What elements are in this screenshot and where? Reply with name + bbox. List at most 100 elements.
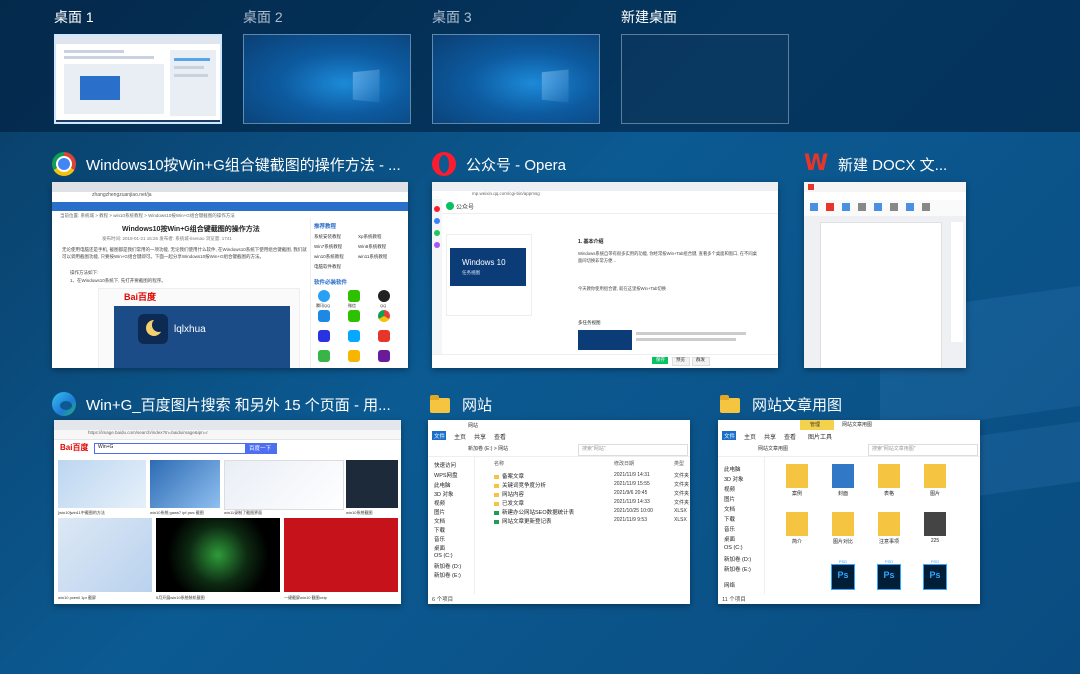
- address-bar[interactable]: 网站文章用图: [758, 445, 788, 452]
- nav-item[interactable]: 图片: [724, 495, 735, 503]
- nav-item[interactable]: 桌面: [724, 535, 735, 543]
- folder-tile[interactable]: 简介: [784, 512, 810, 545]
- window-preview[interactable]: 网站 文件 主页 共享 查看 新加卷 (E:) > 网站 搜索"网站" 快速访问…: [428, 420, 690, 604]
- tab-home[interactable]: 主页: [454, 432, 466, 441]
- psd-tile[interactable]: PSDPs: [876, 560, 902, 592]
- tab-view[interactable]: 查看: [494, 432, 506, 441]
- sidebar-link[interactable]: 系统安装教程: [314, 234, 341, 240]
- ribbon-icon[interactable]: [810, 203, 818, 211]
- nav-item[interactable]: OS (C:): [724, 545, 743, 551]
- folder-tile[interactable]: 封面: [830, 464, 856, 497]
- sidebar-icon[interactable]: [434, 206, 440, 212]
- window-preview[interactable]: https://image.baidu.com/search/index?tn=…: [54, 420, 401, 604]
- ribbon-icon[interactable]: [922, 203, 930, 211]
- result-image[interactable]: [150, 460, 220, 508]
- folder-tile[interactable]: 图片对比: [830, 512, 856, 545]
- file-row[interactable]: 新建办公网站SEO数据统计表: [494, 508, 574, 516]
- desktop-thumbnail[interactable]: [243, 34, 411, 124]
- desktop-thumbnail[interactable]: [54, 34, 222, 124]
- result-image[interactable]: [58, 460, 146, 508]
- app-icon[interactable]: [348, 310, 360, 322]
- window-explorer-website[interactable]: 网站 网站 文件 主页 共享 查看 新加卷 (E:) > 网站 搜索"网站" 快…: [428, 390, 692, 606]
- ribbon-icon[interactable]: [906, 203, 914, 211]
- nav-item[interactable]: 快速访问: [434, 461, 456, 469]
- desktop-2[interactable]: 桌面 2: [243, 8, 411, 124]
- app-icon[interactable]: [348, 330, 360, 342]
- result-image[interactable]: [346, 460, 398, 508]
- nav-item[interactable]: 下载: [434, 526, 445, 534]
- sidebar-link[interactable]: win11系统教程: [358, 254, 387, 260]
- qq-icon[interactable]: [378, 290, 390, 302]
- window-preview[interactable]: 管理 网站文章用图 文件 主页 共享 查看 图片工具 网站文章用图 搜索"网站文…: [718, 420, 980, 604]
- tab-view[interactable]: 查看: [784, 432, 796, 441]
- new-desktop-button[interactable]: 新建桌面: [621, 8, 789, 124]
- file-row[interactable]: 备案文章: [494, 472, 524, 480]
- new-desktop-thumbnail[interactable]: [621, 34, 789, 124]
- wechat-icon[interactable]: [348, 290, 360, 302]
- result-image[interactable]: [284, 518, 398, 592]
- nav-item[interactable]: 文档: [724, 505, 735, 513]
- file-row[interactable]: 已发文章: [494, 499, 524, 507]
- folder-tile[interactable]: 案例: [784, 464, 810, 497]
- nav-item[interactable]: OS (C:): [434, 553, 453, 559]
- nav-item[interactable]: 此电脑: [724, 465, 741, 473]
- document-page[interactable]: [820, 222, 942, 368]
- desktop-1[interactable]: 桌面 1: [54, 8, 222, 124]
- column-header[interactable]: 名称: [494, 460, 504, 467]
- desktop-3[interactable]: 桌面 3: [432, 8, 600, 124]
- nav-item[interactable]: WPS网盘: [434, 471, 458, 479]
- ribbon-icon[interactable]: [858, 203, 866, 211]
- nav-item[interactable]: 3D 对象: [724, 475, 744, 483]
- image-tile[interactable]: 225: [922, 512, 948, 544]
- ribbon-icon[interactable]: [842, 203, 850, 211]
- nav-item[interactable]: 新加卷 (E:): [724, 565, 751, 573]
- psd-tile[interactable]: PSDPs: [830, 560, 856, 592]
- nav-item[interactable]: 网络: [724, 581, 735, 589]
- tab-share[interactable]: 共享: [764, 432, 776, 441]
- chrome-icon[interactable]: [378, 310, 390, 322]
- nav-item[interactable]: 图片: [434, 508, 445, 516]
- sidebar-link[interactable]: Xp系统教程: [358, 234, 382, 240]
- tab-picture-tools[interactable]: 图片工具: [808, 432, 832, 441]
- app-icon[interactable]: [318, 290, 330, 302]
- sidebar-icon[interactable]: [434, 230, 440, 236]
- app-icon[interactable]: [318, 350, 330, 362]
- window-explorer-images[interactable]: 网站文章用图 管理 网站文章用图 文件 主页 共享 查看 图片工具 网站文章用图…: [718, 390, 982, 606]
- sidebar-link[interactable]: win10系统教程: [314, 254, 344, 260]
- nav-item[interactable]: 新加卷 (D:): [724, 555, 751, 563]
- folder-tile[interactable]: 注意事项: [876, 512, 902, 545]
- window-wps[interactable]: 新建 DOCX 文...: [804, 150, 980, 370]
- window-preview[interactable]: [804, 182, 966, 368]
- tab-share[interactable]: 共享: [474, 432, 486, 441]
- sidebar-icon[interactable]: [434, 218, 440, 224]
- sidebar-link[interactable]: Win8系统教程: [358, 244, 386, 250]
- folder-tile[interactable]: 图片: [922, 464, 948, 497]
- window-preview[interactable]: mp.weixin.qq.com/cgi-bin/appmsg 公众号 Wind…: [432, 182, 778, 368]
- column-header[interactable]: 修改日期: [614, 460, 634, 467]
- app-icon[interactable]: [318, 330, 330, 342]
- nav-item[interactable]: 桌面: [434, 544, 445, 552]
- nav-item[interactable]: 新加卷 (D:): [434, 562, 461, 570]
- tab-home[interactable]: 主页: [744, 432, 756, 441]
- url-bar[interactable]: zhangzhengzuanjiao.net/ja: [92, 192, 152, 198]
- window-opera[interactable]: 公众号 - Opera mp.weixin.qq.com/cgi-bin/app…: [432, 150, 778, 370]
- nav-item[interactable]: 音乐: [724, 525, 735, 533]
- search-input[interactable]: [94, 443, 246, 454]
- file-row[interactable]: 网站内容: [494, 490, 524, 498]
- desktop-thumbnail[interactable]: [432, 34, 600, 124]
- file-row[interactable]: 关键词竞争度分析: [494, 481, 546, 489]
- app-icon[interactable]: [378, 330, 390, 342]
- sidebar-link[interactable]: Win7系统教程: [314, 244, 342, 250]
- ribbon-icon[interactable]: [826, 203, 834, 211]
- nav-item[interactable]: 3D 对象: [434, 490, 454, 498]
- nav-item[interactable]: 视频: [724, 485, 735, 493]
- nav-item[interactable]: 下载: [724, 515, 735, 523]
- folder-tile[interactable]: 表格: [876, 464, 902, 497]
- app-icon[interactable]: [378, 350, 390, 362]
- file-row[interactable]: 网站文章更新登记表: [494, 517, 552, 525]
- app-icon[interactable]: [348, 350, 360, 362]
- app-icon[interactable]: [318, 310, 330, 322]
- result-image[interactable]: [156, 518, 280, 592]
- column-header[interactable]: 类型: [674, 460, 684, 467]
- ribbon-icon[interactable]: [874, 203, 882, 211]
